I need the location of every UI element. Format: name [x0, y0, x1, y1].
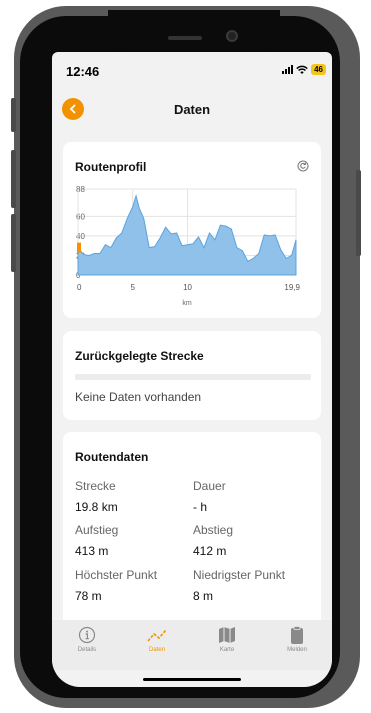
clipboard-icon	[291, 626, 303, 644]
camera-lens	[226, 30, 238, 42]
highest-point-value: 78 m	[75, 589, 102, 603]
lowest-point-label: Niedrigster Punkt	[193, 568, 286, 582]
phone-notch	[108, 10, 280, 52]
nav-header: Daten	[52, 92, 332, 128]
descent-value: 412 m	[193, 544, 227, 558]
distance-label: Strecke	[75, 479, 116, 493]
descent-label: Abstieg	[193, 523, 234, 537]
y-tick-label: 88	[76, 185, 85, 194]
status-time: 12:46	[66, 64, 100, 79]
traveled-distance-card: Zurückgelegte Strecke Keine Daten vorhan…	[63, 331, 321, 420]
ascent-label: Aufstieg	[75, 523, 119, 537]
ascent-value: 413 m	[75, 544, 109, 558]
mute-switch	[11, 98, 16, 132]
app-screen: 12:46 46 Daten Routenprofil 02	[52, 52, 332, 687]
y-tick-label: 60	[76, 212, 85, 221]
start-marker	[77, 242, 81, 253]
tab-daten[interactable]: Daten	[122, 620, 192, 670]
tab-karte-label: Karte	[219, 647, 235, 653]
tab-karte[interactable]: Karte	[192, 620, 262, 670]
map-icon	[219, 627, 235, 643]
page-title: Daten	[173, 102, 211, 117]
tab-melden-label: Melden	[287, 647, 307, 653]
status-icons: 46	[282, 64, 326, 75]
wifi-icon	[296, 65, 308, 74]
bottom-tab-bar: Details Daten Karte Melden	[52, 620, 332, 670]
speaker-grille	[168, 36, 202, 40]
x-tick-label: 10	[183, 283, 192, 292]
duration-value: - h	[193, 500, 208, 514]
duration-label: Dauer	[193, 479, 226, 493]
highest-point-label: Höchster Punkt	[75, 568, 158, 582]
status-bar: 12:46 46	[52, 52, 332, 92]
x-tick-label: 5	[131, 283, 136, 292]
power-button	[356, 170, 361, 256]
tab-melden[interactable]: Melden	[262, 620, 332, 670]
battery-indicator: 46	[311, 64, 326, 75]
route-profile-card: Routenprofil 020406088051019,9km	[63, 142, 321, 318]
home-indicator	[143, 678, 241, 681]
x-tick-label: 19,9	[284, 283, 300, 292]
x-axis-label: km	[182, 300, 192, 307]
tab-details-label: Details	[77, 647, 97, 653]
route-data-card: Routendaten Strecke 19.8 km Dauer - h Au…	[63, 432, 321, 632]
lowest-point-value: 8 m	[193, 589, 214, 603]
route-data-title: Routendaten	[75, 450, 149, 464]
info-icon	[78, 626, 96, 644]
chart-line-icon	[147, 629, 167, 642]
x-tick-label: 0	[77, 283, 82, 292]
elevation-chart[interactable]: 020406088051019,9km	[63, 142, 321, 318]
y-tick-label: 40	[76, 232, 85, 241]
tab-details[interactable]: Details	[52, 620, 122, 670]
traveled-title: Zurückgelegte Strecke	[75, 349, 204, 363]
volume-up-button	[11, 150, 16, 208]
volume-down-button	[11, 214, 16, 272]
distance-value: 19.8 km	[75, 500, 118, 514]
tab-daten-label: Daten	[148, 647, 165, 653]
traveled-progress-bar	[75, 374, 311, 380]
signal-icon	[282, 65, 294, 74]
no-data-text: Keine Daten vorhanden	[75, 390, 202, 404]
